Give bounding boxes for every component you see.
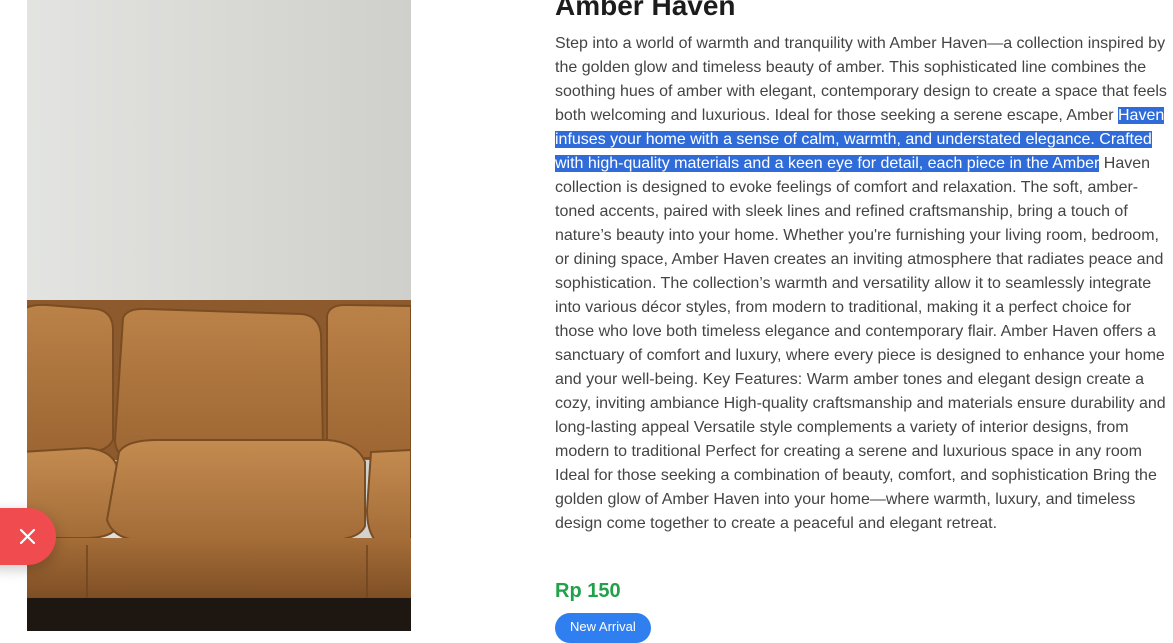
sofa-illustration [27,0,411,631]
description-text-before-selection: Step into a world of warmth and tranquil… [555,35,1167,124]
description-text-after-selection: Haven collection is designed to evoke fe… [555,155,1166,532]
close-icon [19,528,36,545]
new-arrival-badge: New Arrival [555,613,651,643]
product-image [27,0,411,631]
product-title: Amber Haven [555,0,736,21]
product-price: Rp 150 [555,580,621,602]
product-description: Step into a world of warmth and tranquil… [555,32,1167,536]
close-button[interactable] [0,508,56,565]
